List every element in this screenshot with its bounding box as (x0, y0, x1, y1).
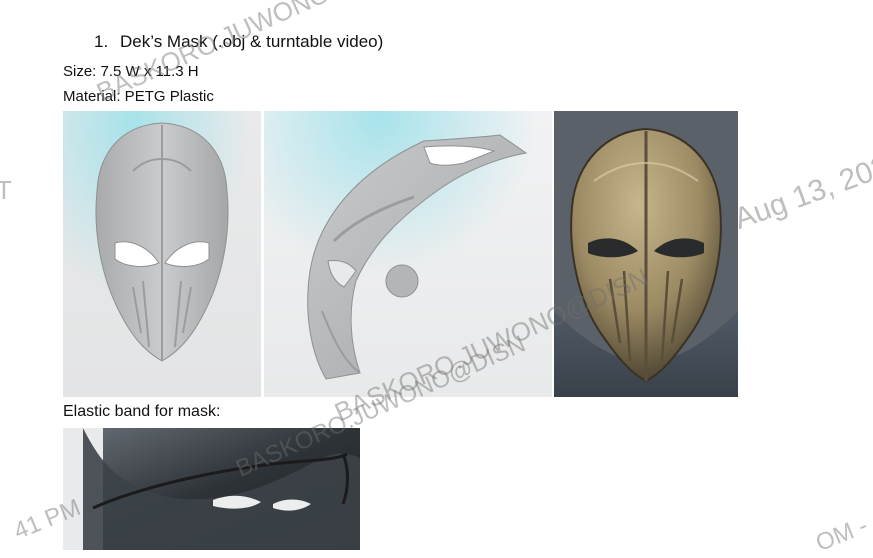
watermark-date: Aug 13, 2025 (730, 143, 873, 237)
mask-side-render-image (264, 111, 552, 397)
mask-front-render-graphic (63, 111, 261, 397)
mask-side-render-graphic (264, 111, 552, 397)
mask-photo-graphic (554, 111, 738, 397)
elastic-band-photo-graphic (63, 428, 360, 550)
list-item-dek-mask: 1. Dek’s Mask (.obj & turntable video) (94, 32, 383, 52)
size-spec: Size: 7.5 W x 11.3 H (63, 63, 199, 80)
item-title: Dek’s Mask (.obj & turntable video) (120, 32, 384, 51)
list-number: 1. (94, 32, 109, 51)
elastic-band-label: Elastic band for mask: (63, 403, 221, 420)
elastic-band-photo-image (63, 428, 360, 550)
mask-front-render-image (63, 111, 261, 397)
watermark-left-edge: T (0, 175, 12, 205)
mask-photo-image (554, 111, 738, 397)
material-spec: Material: PETG Plastic (63, 88, 214, 105)
